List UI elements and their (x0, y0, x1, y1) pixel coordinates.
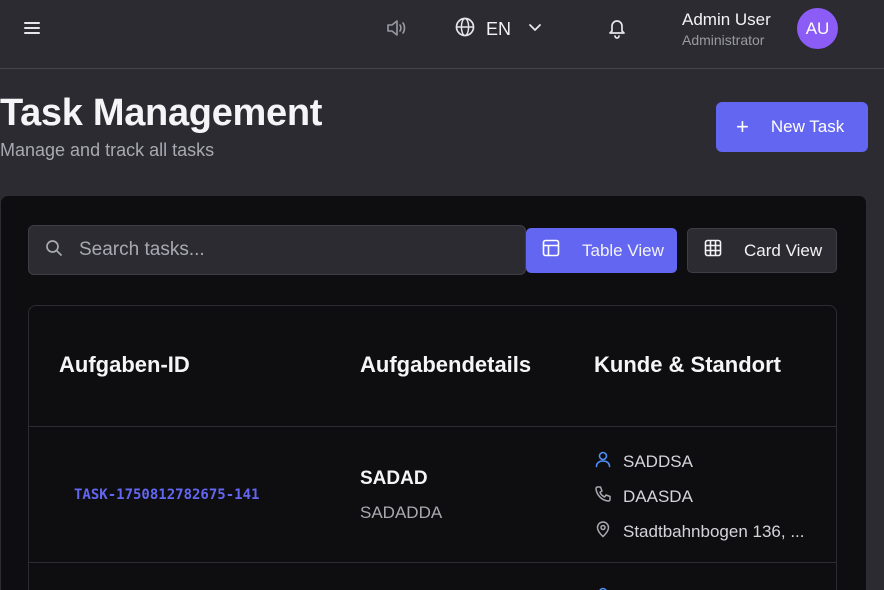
search-input[interactable] (79, 239, 499, 261)
card-view-label: Card View (744, 240, 823, 260)
globe-icon (454, 16, 476, 43)
customer-phone: DAASDA (623, 486, 693, 506)
user-info[interactable]: Admin User Administrator (682, 9, 771, 50)
address-line: Stadtbahnbogen 136, ... (594, 520, 805, 543)
row-divider (29, 562, 836, 563)
chevron-down-icon (527, 19, 543, 40)
tasks-table (28, 305, 837, 590)
language-selector[interactable]: EN (454, 14, 543, 44)
customer-address: Stadtbahnbogen 136, ... (623, 521, 805, 541)
speaker-icon[interactable] (384, 17, 408, 39)
card-view-button[interactable]: Card View (687, 228, 837, 273)
location-pin-icon (594, 520, 612, 543)
search-box[interactable] (28, 225, 526, 275)
customer-line: SADDSA (594, 450, 693, 473)
user-role: Administrator (682, 32, 765, 48)
bell-icon[interactable] (606, 16, 628, 40)
avatar[interactable]: AU (797, 8, 838, 49)
page-subtitle: Manage and track all tasks (0, 140, 215, 160)
grid-icon (704, 239, 722, 262)
header-divider (29, 426, 836, 427)
table-view-button[interactable]: Table View (526, 228, 677, 273)
language-code: EN (486, 18, 512, 39)
task-description: SADADDA (360, 503, 443, 522)
phone-line: DAASDA (594, 485, 693, 508)
task-title: SADAD (360, 468, 428, 489)
page-title: Task Management (0, 92, 323, 134)
column-header-task-id[interactable]: Aufgaben-ID (59, 352, 190, 378)
next-row-user-icon (594, 583, 612, 590)
user-name: Admin User (682, 10, 771, 29)
column-header-customer-location[interactable]: Kunde & Standort (594, 352, 781, 378)
search-icon (45, 239, 63, 262)
menu-icon[interactable] (22, 18, 42, 38)
task-id[interactable]: TASK-1750812782675-141 (74, 487, 259, 503)
phone-icon (594, 485, 612, 508)
user-icon (594, 450, 612, 473)
column-header-task-details[interactable]: Aufgabendetails (360, 352, 531, 378)
table-icon (542, 239, 560, 262)
new-task-button[interactable]: + New Task (716, 102, 868, 152)
top-bar: EN Admin User Administrator AU (0, 0, 884, 69)
plus-icon: + (736, 114, 749, 139)
table-view-label: Table View (582, 240, 664, 260)
customer-name: SADDSA (623, 451, 693, 471)
new-task-label: New Task (770, 117, 845, 136)
